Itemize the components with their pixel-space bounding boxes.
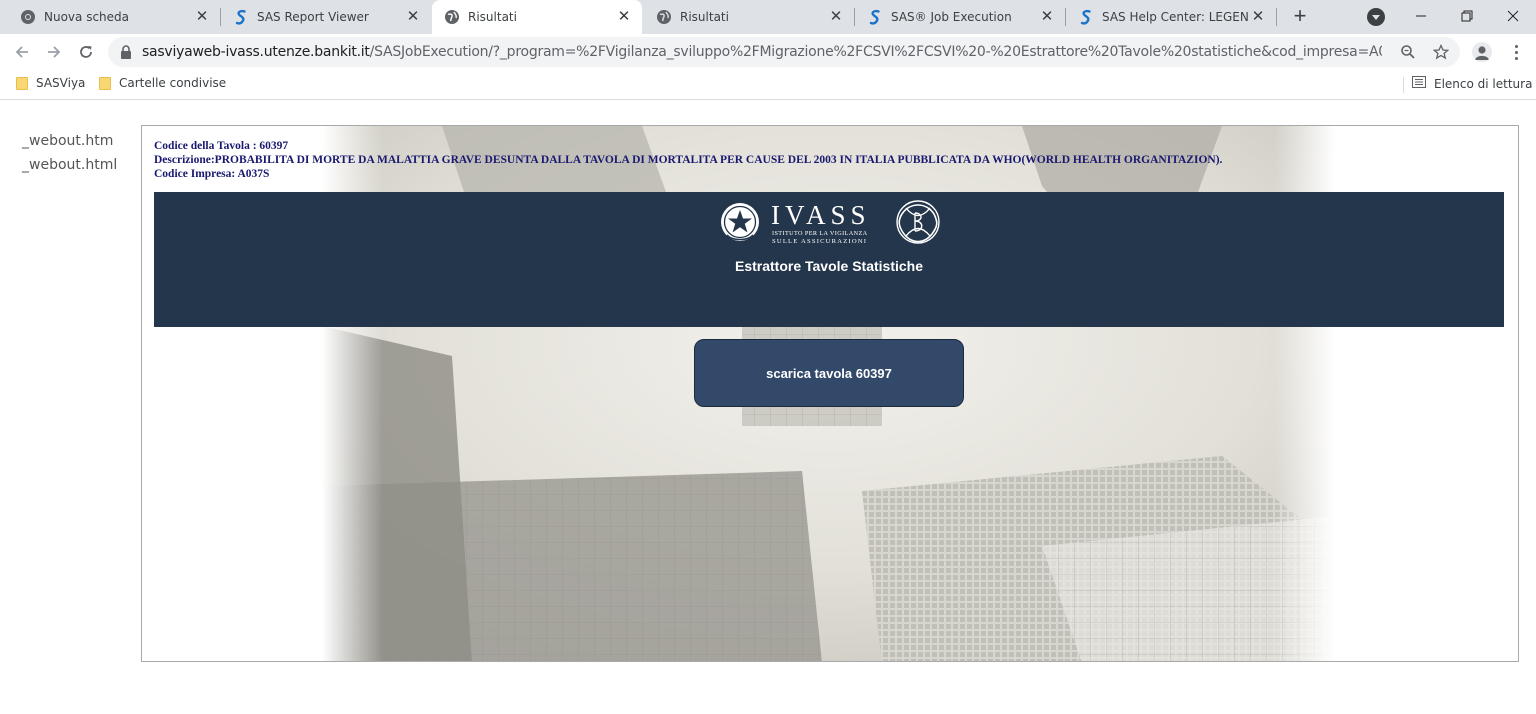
sas-icon (867, 9, 883, 25)
tab-search-icon[interactable] (1367, 8, 1385, 26)
close-icon[interactable]: ✕ (616, 8, 632, 24)
zoom-icon[interactable] (1398, 42, 1418, 62)
bookmarks-bar: SASViya Cartelle condivise Elenco di let… (0, 70, 1536, 100)
tab-separator (1276, 8, 1277, 26)
tab-risultati-active[interactable]: Risultati ✕ (432, 0, 642, 34)
globe-icon (656, 9, 672, 25)
back-icon[interactable] (10, 40, 34, 64)
tab-label: SAS Help Center: LEGEND S (1102, 10, 1250, 24)
banner-title: Estrattore Tavole Statistiche (734, 258, 924, 274)
tab-sas-job-execution[interactable]: SAS® Job Execution ✕ (855, 0, 1065, 34)
table-metadata: Codice della Tavola : 60397 Descrizione:… (154, 139, 1222, 181)
new-tab-icon[interactable]: + (1289, 5, 1311, 27)
close-icon[interactable]: ✕ (828, 8, 844, 24)
tab-risultati[interactable]: Risultati ✕ (644, 0, 854, 34)
tab-label: Risultati (680, 10, 729, 24)
lock-icon[interactable] (120, 45, 132, 64)
tab-label: SAS® Job Execution (891, 10, 1012, 24)
bookmark-cartelle-condivise[interactable]: Cartelle condivise (99, 76, 226, 90)
descrizione: Descrizione:PROBABILITA DI MORTE DA MALA… (154, 154, 1223, 166)
restore-icon[interactable] (1444, 0, 1490, 32)
reload-icon[interactable] (74, 40, 98, 64)
result-frame: Codice della Tavola : 60397 Descrizione:… (141, 125, 1519, 662)
chrome-icon (20, 9, 36, 25)
download-table-button[interactable]: scarica tavola 60397 (694, 339, 964, 407)
ivass-logo-subtitle-2: SULLE ASSICURAZIONI (772, 238, 867, 245)
window-close-icon[interactable] (1490, 0, 1536, 32)
url-host: sasviyaweb-ivass.utenze.bankit.it (142, 44, 370, 60)
tab-nuova-scheda[interactable]: Nuova scheda ✕ (8, 0, 220, 34)
profile-avatar-icon[interactable] (1472, 42, 1492, 62)
browser-menu-icon[interactable] (1506, 42, 1526, 62)
bookmark-label: Cartelle condivise (119, 76, 227, 90)
page-content: _webout.htm _webout.html Codice della Ta… (0, 101, 1536, 714)
sas-icon (233, 9, 249, 25)
close-icon[interactable]: ✕ (194, 8, 210, 24)
tab-label: Nuova scheda (44, 10, 130, 24)
tab-label: SAS Report Viewer (257, 10, 369, 24)
url-path: /SASJobExecution/?_program=%2FVigilanza_… (369, 44, 1382, 60)
side-links: _webout.htm _webout.html (22, 129, 117, 177)
minimize-icon[interactable] (1398, 0, 1444, 32)
address-bar[interactable]: sasviyaweb-ivass.utenze.bankit.it/SASJob… (108, 37, 1460, 67)
tab-sas-help-center[interactable]: SAS Help Center: LEGEND S ✕ (1066, 0, 1276, 34)
tab-label: Risultati (468, 10, 517, 24)
bookmark-label: SASViya (36, 76, 86, 90)
webout-html-link[interactable]: _webout.html (22, 153, 117, 177)
url-text[interactable]: sasviyaweb-ivass.utenze.bankit.it/SASJob… (142, 44, 1382, 60)
reading-list-button[interactable]: Elenco di lettura (1412, 76, 1532, 91)
ivass-logo-subtitle-1: ISTITUTO PER LA VIGILANZA (772, 230, 868, 237)
reading-list-icon (1412, 76, 1426, 91)
close-icon[interactable]: ✕ (1039, 8, 1055, 24)
tab-strip: Nuova scheda ✕ SAS Report Viewer ✕ Risul… (0, 0, 1536, 34)
bookmark-separator (1403, 77, 1404, 93)
browser-toolbar: sasviyaweb-ivass.utenze.bankit.it/SASJob… (0, 34, 1536, 70)
ivass-logo: IVASS ISTITUTO PER LA VIGILANZA SULLE AS… (721, 200, 940, 245)
close-icon[interactable]: ✕ (405, 8, 421, 24)
folder-icon (99, 76, 111, 90)
folder-icon (16, 76, 28, 90)
bookmark-star-icon[interactable] (1431, 42, 1451, 62)
ivass-banner: IVASS ISTITUTO PER LA VIGILANZA SULLE AS… (154, 192, 1504, 327)
sas-icon (1078, 9, 1094, 25)
webout-htm-link[interactable]: _webout.htm (22, 129, 117, 153)
bankit-knot-icon (896, 200, 940, 244)
ivass-logo-text: IVASS (771, 200, 871, 230)
italian-emblem-icon (721, 203, 759, 241)
forward-icon[interactable] (42, 40, 66, 64)
codice-tavola: Codice della Tavola : 60397 (154, 140, 289, 152)
globe-icon (444, 9, 460, 25)
bookmark-sasviya[interactable]: SASViya (16, 76, 85, 90)
codice-impresa: Codice Impresa: A037S (154, 168, 270, 180)
reading-list-label: Elenco di lettura (1434, 76, 1533, 91)
tab-sas-report-viewer[interactable]: SAS Report Viewer ✕ (221, 0, 431, 34)
close-icon[interactable]: ✕ (1250, 8, 1266, 24)
